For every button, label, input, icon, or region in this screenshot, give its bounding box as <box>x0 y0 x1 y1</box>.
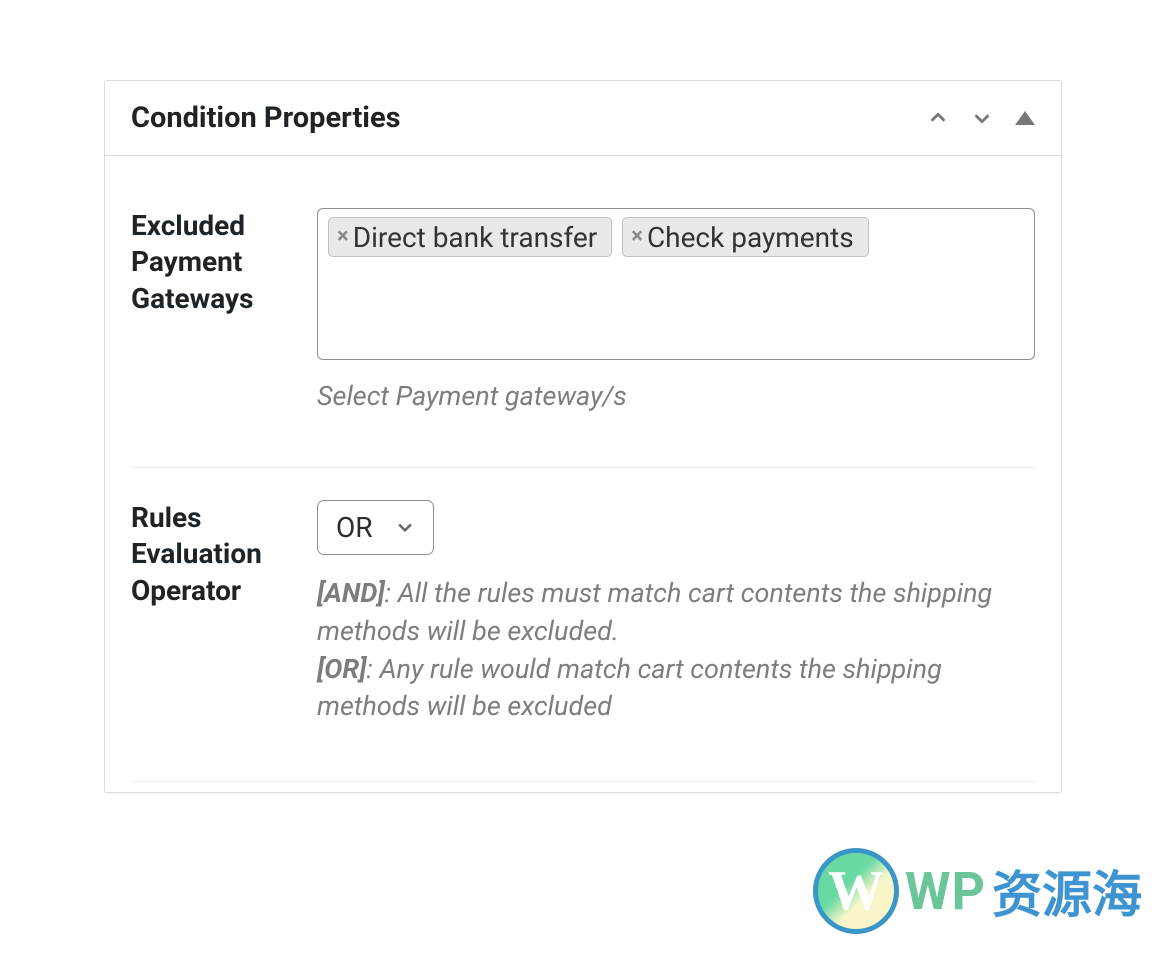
excluded-gateways-row: Excluded Payment Gateways × Direct bank … <box>131 182 1035 468</box>
panel-title: Condition Properties <box>131 101 401 135</box>
excluded-gateways-tagbox[interactable]: × Direct bank transfer × Check payments <box>317 208 1035 360</box>
panel-body: Excluded Payment Gateways × Direct bank … <box>105 156 1061 792</box>
gateway-tag: × Direct bank transfer <box>328 217 612 257</box>
desc-or-text: : Any rule would match cart contents the… <box>317 653 942 723</box>
logo-w: W <box>828 859 884 923</box>
watermark-logo: W WP 资源海 <box>813 848 1142 934</box>
rules-operator-label: Rules Evaluation Operator <box>131 500 307 726</box>
rules-operator-value: OR <box>336 511 373 544</box>
rules-operator-description: [AND]: All the rules must match cart con… <box>317 575 1035 726</box>
close-icon[interactable]: × <box>337 226 349 248</box>
condition-properties-panel: Condition Properties Excluded Payment Ga… <box>104 80 1062 793</box>
excluded-gateways-label: Excluded Payment Gateways <box>131 208 307 412</box>
tag-label: Check payments <box>647 221 854 254</box>
gateway-tag: × Check payments <box>622 217 868 257</box>
desc-or-label: [OR] <box>317 653 366 685</box>
close-icon[interactable]: × <box>631 226 643 248</box>
desc-and-label: [AND] <box>317 577 385 609</box>
wordpress-logo-icon: W <box>813 848 899 934</box>
chevron-down-icon <box>395 511 415 544</box>
rules-operator-input-wrap: OR [AND]: All the rules must match cart … <box>317 500 1035 726</box>
rules-operator-select[interactable]: OR <box>317 500 434 555</box>
tag-label: Direct bank transfer <box>353 221 598 254</box>
collapse-triangle-icon[interactable] <box>1015 111 1035 125</box>
chevron-down-icon[interactable] <box>971 107 993 129</box>
logo-text-cn: 资源海 <box>992 855 1142 927</box>
excluded-gateways-input-wrap: × Direct bank transfer × Check payments … <box>317 208 1035 412</box>
panel-header-controls <box>927 107 1035 129</box>
desc-and-text: : All the rules must match cart contents… <box>317 577 992 647</box>
chevron-up-icon[interactable] <box>927 107 949 129</box>
logo-text-wp: WP <box>905 861 986 922</box>
rules-operator-row: Rules Evaluation Operator OR [AND]: All … <box>131 468 1035 782</box>
panel-header: Condition Properties <box>105 81 1061 156</box>
excluded-gateways-hint: Select Payment gateway/s <box>317 380 1035 412</box>
